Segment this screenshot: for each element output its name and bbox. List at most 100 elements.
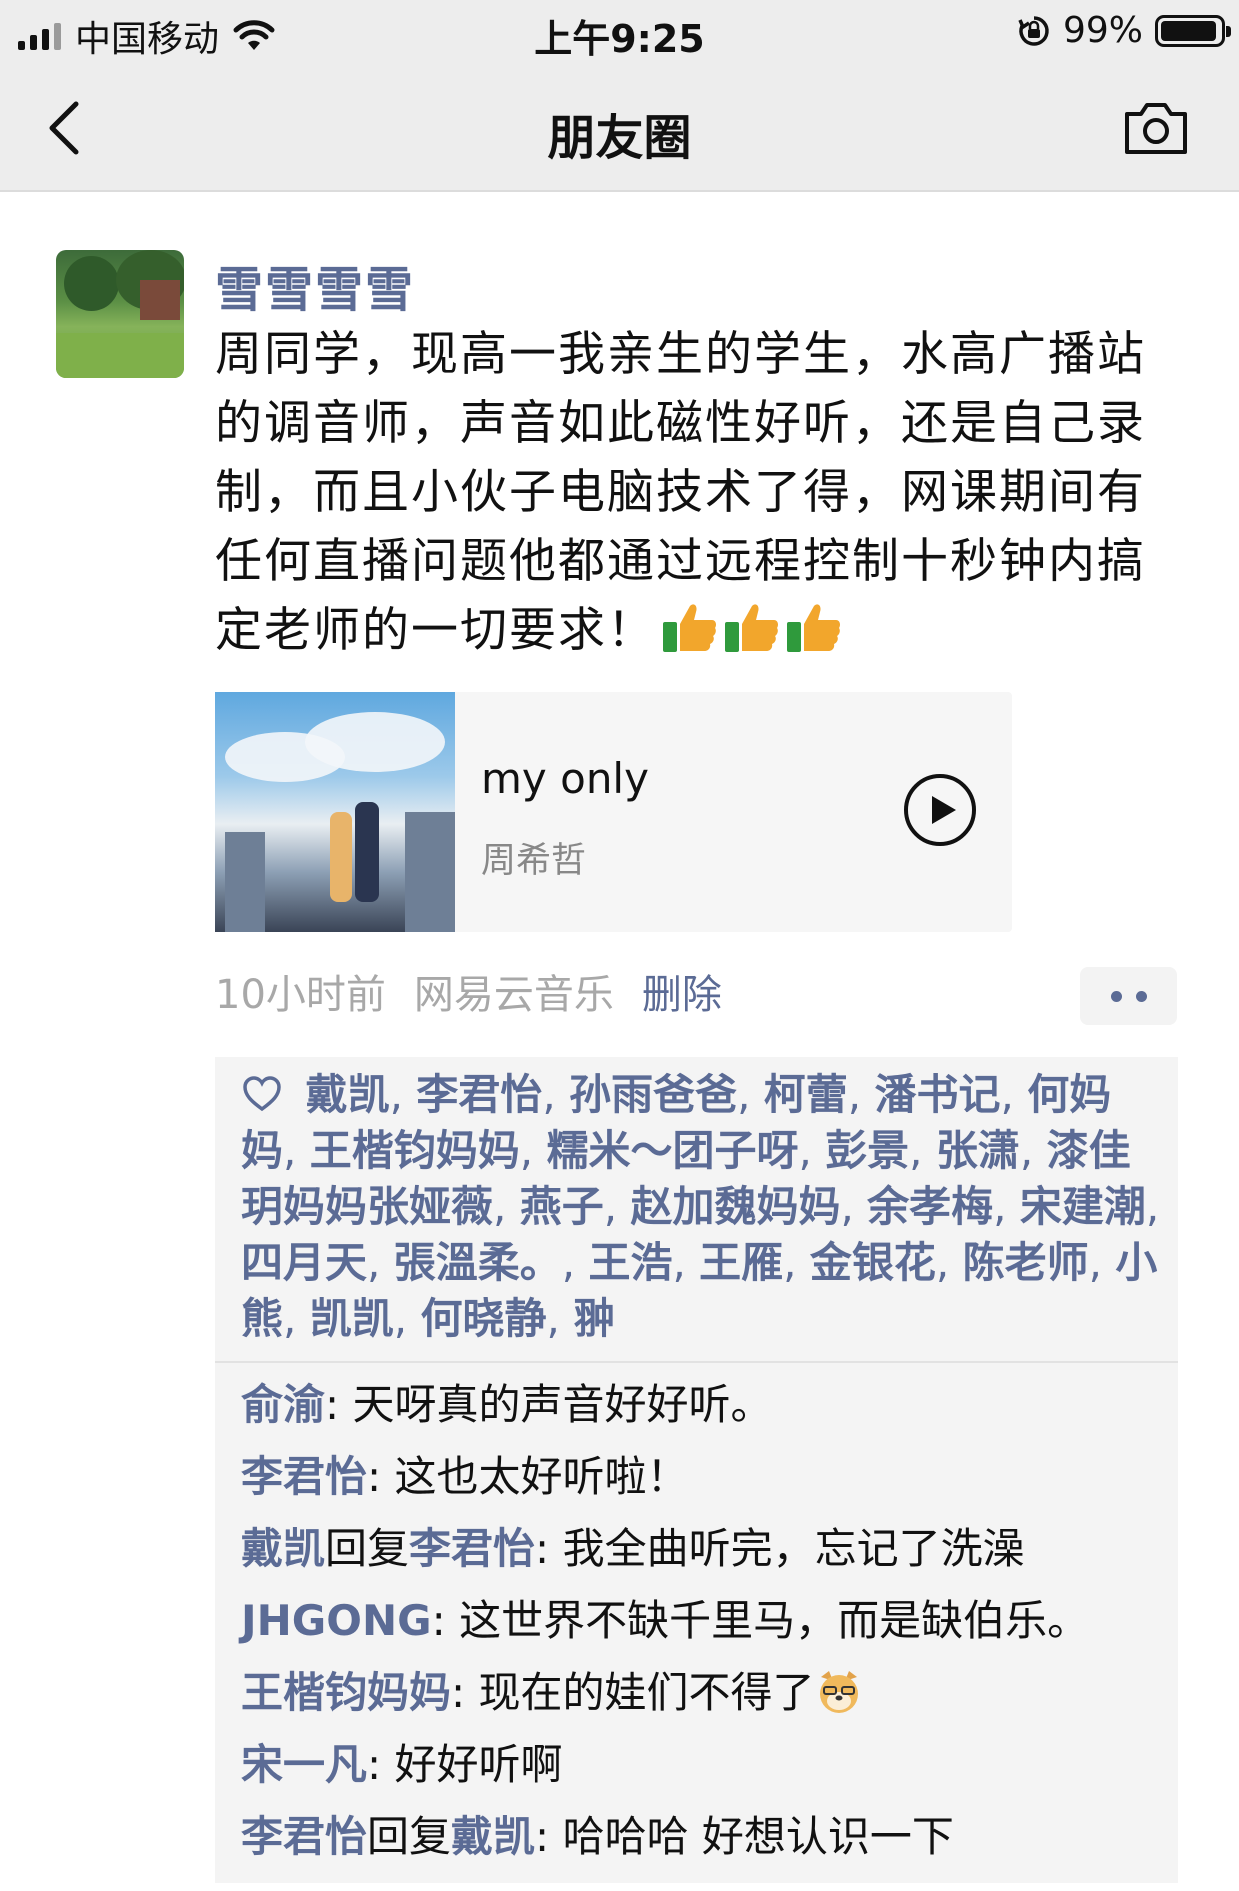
song-title: my only — [481, 754, 649, 803]
thumbs-up-icon — [725, 604, 778, 652]
doge-icon — [819, 1671, 858, 1713]
comment-author[interactable]: 李君怡 — [241, 1452, 367, 1501]
comment-text: 这也太好听啦！ — [394, 1452, 689, 1501]
comment-colon: : — [325, 1380, 353, 1429]
comment-colon: : — [451, 1668, 479, 1717]
comment-text: 好好听啊 — [394, 1740, 563, 1789]
separator: , — [1145, 1182, 1160, 1231]
separator: , — [935, 1238, 963, 1287]
music-card[interactable]: my only 周希哲 — [215, 692, 1012, 932]
separator: , — [672, 1238, 700, 1287]
comment-row[interactable]: 俞渝: 天呀真的声音好好听。 — [241, 1369, 1166, 1441]
status-right: 99% — [1017, 10, 1231, 51]
like-name[interactable]: 赵加魏妈妈 — [630, 1182, 840, 1231]
like-name[interactable]: 金银花 — [810, 1238, 936, 1287]
comment-text: 现在的娃们不得了 — [478, 1668, 815, 1717]
separator: , — [603, 1182, 631, 1231]
separator: , — [840, 1182, 868, 1231]
more-actions-button[interactable] — [1080, 967, 1177, 1025]
comment-text: 我全曲听完，忘记了洗澡 — [562, 1524, 1025, 1573]
comment-author[interactable]: 戴凯 — [241, 1524, 325, 1573]
comments-list: 俞渝: 天呀真的声音好好听。 李君怡: 这也太好听啦！ 戴凯回复李君怡: 我全曲听完… — [215, 1363, 1178, 1883]
comment-author[interactable]: JHGONG — [241, 1596, 432, 1645]
separator: , — [1088, 1238, 1116, 1287]
separator: , — [798, 1126, 826, 1175]
post-meta: 10小时前 网易云音乐 删除 — [215, 962, 722, 1020]
like-name[interactable]: 翀 — [573, 1294, 615, 1343]
like-name[interactable]: 戴凯 — [306, 1070, 390, 1119]
reply-target[interactable]: 戴凯 — [451, 1812, 535, 1861]
post-author[interactable]: 雪雪雪雪 — [215, 250, 415, 320]
comment-author[interactable]: 宋一凡 — [241, 1740, 367, 1789]
separator: , — [519, 1126, 547, 1175]
separator: , — [283, 1126, 310, 1175]
comment-row[interactable]: 王楷钧妈妈: 现在的娃们不得了 — [241, 1657, 1166, 1729]
thumbs-up-icon — [787, 604, 840, 652]
status-bar: 中国移动 上午9:25 99% — [0, 0, 1239, 62]
reply-label: 回复 — [367, 1812, 452, 1861]
like-name[interactable]: 李君怡 — [416, 1070, 542, 1119]
separator: , — [283, 1294, 310, 1343]
separator: , — [993, 1182, 1020, 1231]
comment-author[interactable]: 王楷钧妈妈 — [241, 1668, 451, 1717]
battery-percent: 99% — [1062, 10, 1143, 51]
heart-icon — [243, 1076, 281, 1112]
avatar[interactable] — [56, 250, 184, 378]
comment-row[interactable]: 李君怡: 这也太好听啦！ — [241, 1441, 1166, 1513]
like-name[interactable]: 王浩 — [588, 1238, 672, 1287]
like-name[interactable]: 燕子 — [520, 1182, 604, 1231]
like-name[interactable]: 宋建潮 — [1020, 1182, 1146, 1231]
comment-row[interactable]: 宋一凡: 好好听啊 — [241, 1729, 1166, 1801]
like-name[interactable]: 凯凯 — [310, 1294, 394, 1343]
separator: , — [393, 1294, 421, 1343]
comment-author[interactable]: 俞渝 — [241, 1380, 325, 1429]
like-name[interactable]: 柯蕾 — [764, 1070, 848, 1119]
interaction-box: 戴凯, 李君怡, 孙雨爸爸, 柯蕾, 潘书记, 何妈妈, 王楷钧妈妈, 糯米～团… — [215, 1057, 1178, 1883]
post-text: 周同学，现高一我亲生的学生，水高广播站的调音师，声音如此磁性好听，还是自己录制，… — [215, 320, 1165, 665]
like-name[interactable]: 王雁 — [699, 1238, 783, 1287]
comment-row[interactable]: 李君怡回复戴凯: 哈哈哈 好想认识一下 — [241, 1801, 1166, 1873]
comment-row[interactable]: 戴凯回复李君怡: 我全曲听完，忘记了洗澡 — [241, 1513, 1166, 1585]
like-name[interactable]: 張溫柔。 — [394, 1238, 562, 1287]
reply-label: 回复 — [325, 1524, 410, 1573]
album-cover — [215, 692, 455, 932]
separator: , — [493, 1182, 520, 1231]
separator: , — [1019, 1126, 1047, 1175]
like-name[interactable]: 张潇 — [936, 1126, 1020, 1175]
comment-colon: : — [367, 1740, 395, 1789]
like-name[interactable]: 孙雨爸爸 — [569, 1070, 737, 1119]
comment-colon: : — [431, 1596, 460, 1645]
like-name[interactable]: 何晓静 — [420, 1294, 546, 1343]
like-name[interactable]: 彭景 — [825, 1126, 909, 1175]
separator: , — [561, 1238, 589, 1287]
separator: , — [542, 1070, 570, 1119]
post-time: 10小时前 — [215, 972, 386, 1018]
play-circle-icon[interactable] — [902, 772, 978, 848]
delete-button[interactable]: 删除 — [642, 962, 722, 1020]
separator: , — [783, 1238, 810, 1287]
post-source[interactable]: 网易云音乐 — [414, 962, 614, 1020]
rotation-lock-icon — [1018, 15, 1049, 46]
like-name[interactable]: 余孝梅 — [867, 1182, 993, 1231]
like-name[interactable]: 四月天 — [241, 1238, 367, 1287]
separator: , — [1000, 1070, 1028, 1119]
music-info: my only 周希哲 — [455, 692, 1012, 932]
separator: , — [367, 1238, 394, 1287]
comment-colon: : — [535, 1524, 563, 1573]
like-name[interactable]: 潘书记 — [875, 1070, 1001, 1119]
camera-icon[interactable] — [1123, 98, 1189, 156]
comment-text: 哈哈哈 好想认识一下 — [562, 1812, 954, 1861]
separator: , — [389, 1070, 417, 1119]
comment-text: 这世界不缺千里马，而是缺伯乐。 — [459, 1596, 1090, 1645]
comment-text: 天呀真的声音好好听。 — [352, 1380, 773, 1429]
comment-colon: : — [367, 1452, 395, 1501]
separator: , — [909, 1126, 936, 1175]
comment-row[interactable]: JHGONG: 这世界不缺千里马，而是缺伯乐。 — [241, 1585, 1166, 1657]
like-name[interactable]: 陈老师 — [963, 1238, 1089, 1287]
comment-author[interactable]: 李君怡 — [241, 1812, 367, 1861]
battery-icon — [1155, 14, 1231, 47]
like-name[interactable]: 王楷钧妈妈 — [310, 1126, 520, 1175]
reply-target[interactable]: 李君怡 — [409, 1524, 535, 1573]
like-name[interactable]: 糯米～团子呀 — [546, 1126, 798, 1175]
page-title: 朋友圈 — [547, 110, 692, 166]
